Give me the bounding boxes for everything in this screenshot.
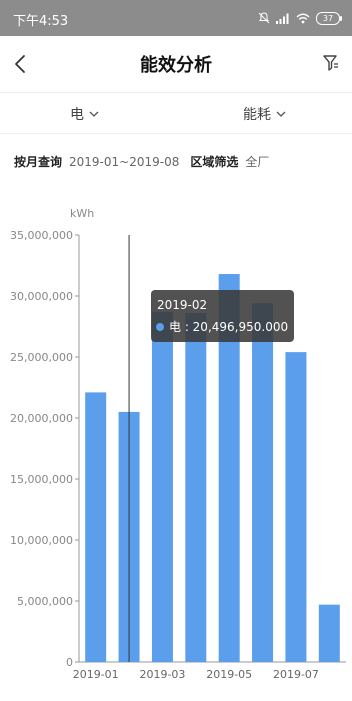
bar-2019-04	[185, 313, 207, 662]
mute-icon	[258, 12, 270, 24]
status-icons: 37	[258, 9, 342, 27]
y-tick-label: 20,000,000	[10, 412, 73, 425]
query-filter-row: 按月查询 2019-01~2019-08 区域筛选 全厂	[14, 153, 269, 170]
bar-2019-06	[252, 303, 274, 662]
chevron-down-icon	[89, 111, 99, 117]
wifi-icon	[296, 13, 310, 23]
month-query-label: 按月查询	[14, 155, 63, 169]
bar-2019-08	[318, 604, 340, 662]
x-tick-label: 2019-05	[206, 668, 252, 681]
bar-2019-03	[151, 311, 173, 662]
metric-dropdown[interactable]: 能耗	[243, 104, 287, 124]
x-tick-label: 2019-03	[139, 668, 185, 681]
page-title: 能效分析	[140, 55, 212, 76]
status-bar: 下午4:53 37	[0, 0, 352, 36]
battery-icon: 37	[316, 11, 342, 25]
x-tick-label: 2019-01	[73, 668, 119, 681]
y-tick-label: 35,000,000	[10, 229, 73, 242]
signal-icon	[276, 13, 289, 24]
metric-label: 能耗	[243, 107, 271, 123]
energy-type-dropdown[interactable]: 电	[70, 104, 100, 124]
filter-button[interactable]	[320, 52, 342, 74]
area-filter-select[interactable]: 全厂	[245, 153, 269, 170]
month-range-picker[interactable]: 2019-01~2019-08	[69, 155, 179, 169]
bar-2019-07	[285, 352, 307, 662]
energy-bar-chart[interactable]: kWh05,000,00010,000,00015,000,00020,000,…	[0, 195, 352, 701]
tooltip-title: 2019-02	[157, 298, 207, 312]
chevron-down-icon	[276, 111, 286, 117]
y-tick-label: 15,000,000	[10, 473, 73, 486]
y-tick-label: 25,000,000	[10, 351, 73, 364]
area-filter-label: 区域筛选	[190, 155, 239, 169]
y-tick-label: 5,000,000	[17, 595, 73, 608]
y-axis-unit-label: kWh	[70, 207, 94, 220]
y-tick-label: 10,000,000	[10, 534, 73, 547]
status-time: 下午4:53	[13, 14, 69, 29]
bar-2019-01	[85, 392, 107, 662]
energy-type-label: 电	[70, 107, 84, 123]
tooltip-series-marker	[156, 323, 164, 331]
x-tick-label: 2019-07	[273, 668, 319, 681]
app-header: 能效分析	[0, 36, 352, 93]
y-tick-label: 30,000,000	[10, 290, 73, 303]
filter-icon	[323, 55, 338, 71]
selector-bar: 电 能耗	[0, 93, 352, 134]
tooltip-value: 电 : 20,496,950.000	[169, 320, 288, 334]
